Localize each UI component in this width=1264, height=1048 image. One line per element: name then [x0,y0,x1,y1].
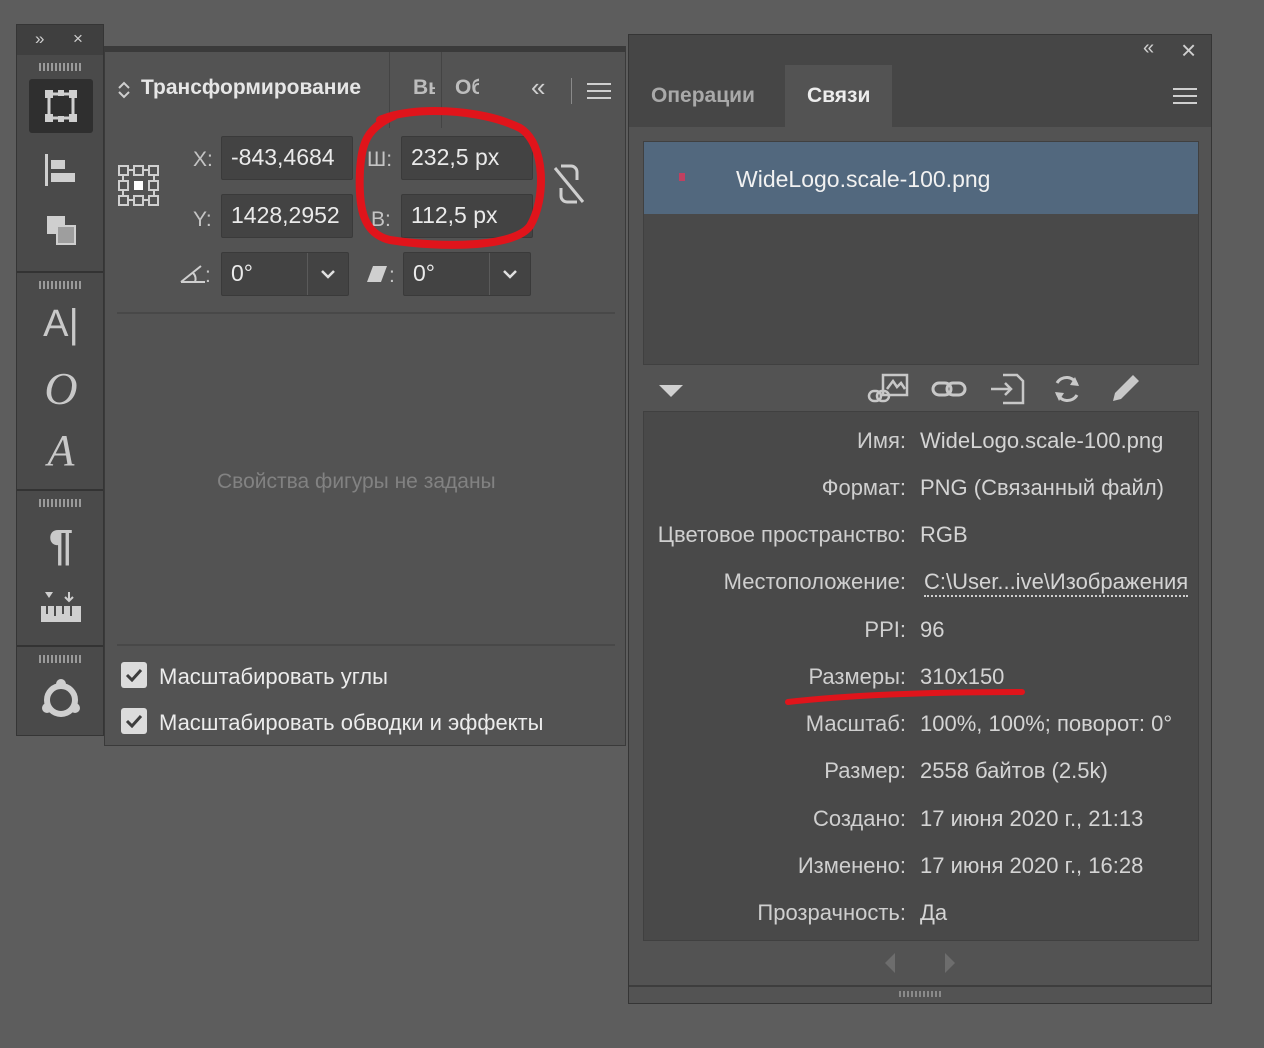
character-icon[interactable]: A | [29,297,93,351]
shear-icon [367,266,387,282]
resize-grip-handle[interactable] [899,991,943,997]
shear-colon: : [389,264,395,287]
info-key-created: Создано: [812,806,906,831]
checkmark-icon [125,668,143,682]
constrain-proportions-icon[interactable] [551,162,587,206]
info-key-location: Местоположение: [723,569,906,594]
info-key-ppi: PPI: [864,617,906,642]
update-link-icon[interactable] [1051,373,1083,405]
links-panel: « × Операции Связи WideLogo.scale-100.pn… [628,34,1212,1004]
tool-strip-header: » × [17,25,103,55]
info-value-transparency: Да [920,900,948,925]
annotation-underline [785,689,1025,705]
info-key-modified: Изменено: [797,853,906,878]
tab-transform[interactable]: Трансформирование [141,76,361,100]
annotation-circle [355,107,545,249]
previous-link-arrow-icon[interactable] [883,951,897,975]
link-info: Имя: WideLogo.scale-100.png Формат: PNG … [643,411,1199,941]
reference-point-icon[interactable] [117,164,161,208]
recolor-icon[interactable] [29,673,93,727]
tab-links[interactable]: Связи [785,65,893,127]
scale-strokes-label[interactable]: Масштабировать обводки и эффекты [159,710,543,736]
transform-tool-icon[interactable] [29,79,93,133]
x-label: X: [193,148,213,171]
tab-pathfinder[interactable]: Об [455,76,479,100]
info-value-scale: 100%, 100%; поворот: 0° [920,711,1173,736]
info-key-color-space: Цветовое пространство: [657,522,906,547]
panel-menu-icon[interactable] [1173,87,1197,105]
info-key-name: Имя: [857,428,906,453]
glyphs-icon[interactable]: A [29,423,93,477]
info-key-transparency: Прозрачность: [757,900,906,925]
info-value-ppi: 96 [920,617,945,642]
next-link-arrow-icon[interactable] [943,951,957,975]
link-file-name: WideLogo.scale-100.png [736,166,991,192]
collapse-panel-button[interactable]: « [1143,37,1154,60]
info-value-created: 17 июня 2020 г., 21:13 [920,806,1144,831]
go-to-link-icon[interactable] [989,373,1027,405]
list-item[interactable]: WideLogo.scale-100.png [644,142,1198,214]
chevron-down-icon[interactable] [307,253,348,295]
close-panel-button[interactable]: × [1181,35,1196,66]
rotate-angle-icon [180,265,205,283]
info-key-format: Формат: [821,475,906,500]
relink-from-cc-icon[interactable] [867,373,911,405]
panel-menu-icon[interactable] [587,82,611,100]
links-panel-titlebar: « × [629,35,1211,65]
file-thumbnail-icon [679,173,685,181]
angle-colon: : [205,264,211,287]
edit-original-pencil-icon[interactable] [1111,373,1141,403]
grip-handle[interactable] [39,499,83,507]
tab-align[interactable]: Вы [413,76,435,100]
info-key-size: Размер: [824,758,906,783]
info-value-name: WideLogo.scale-100.png [920,428,1164,453]
align-icon[interactable] [29,143,93,197]
info-value-format: PNG (Связанный файл) [920,475,1164,500]
scale-corners-label[interactable]: Масштабировать углы [159,664,388,690]
info-value-size: 2558 байтов (2.5k) [920,758,1108,783]
panel-options-toggle-icon[interactable] [117,80,131,100]
show-info-toggle-icon[interactable] [657,381,685,399]
close-panel-button[interactable]: × [73,29,83,49]
scale-corners-checkbox[interactable] [121,662,147,688]
expand-panels-button[interactable]: » [35,29,44,49]
shear-value: 0° [413,260,435,286]
tab-operations[interactable]: Операции [651,65,755,127]
checkmark-icon [125,714,143,728]
angle-dropdown[interactable]: 0° [221,252,349,296]
tool-strip: » × A | O A ¶ [16,24,104,736]
collapse-panel-button[interactable]: « [531,72,545,103]
y-label: Y: [193,208,212,231]
scale-strokes-checkbox[interactable] [121,708,147,734]
paragraph-icon[interactable]: ¶ [29,519,93,573]
pathfinder-icon[interactable] [29,203,93,257]
grip-handle[interactable] [39,281,83,289]
links-panel-tabs: Операции Связи [629,65,1211,127]
info-value-location-link[interactable]: C:\User...ive\Изображения [924,569,1189,597]
angle-value: 0° [231,260,253,286]
grip-handle[interactable] [39,655,83,663]
relink-icon[interactable] [931,375,967,403]
info-value-modified: 17 июня 2020 г., 16:28 [920,853,1144,878]
empty-shape-properties-message: Свойства фигуры не заданы [217,470,496,493]
grip-handle[interactable] [39,63,83,71]
tabs-ruler-icon[interactable] [29,581,93,635]
y-input[interactable]: 1428,2952 [221,194,353,238]
links-list: WideLogo.scale-100.png [643,141,1199,365]
x-input[interactable]: -843,4684 [221,136,353,180]
info-value-color-space: RGB [920,522,968,547]
opentype-icon[interactable]: O [29,361,93,415]
info-key-scale: Масштаб: [805,711,906,736]
